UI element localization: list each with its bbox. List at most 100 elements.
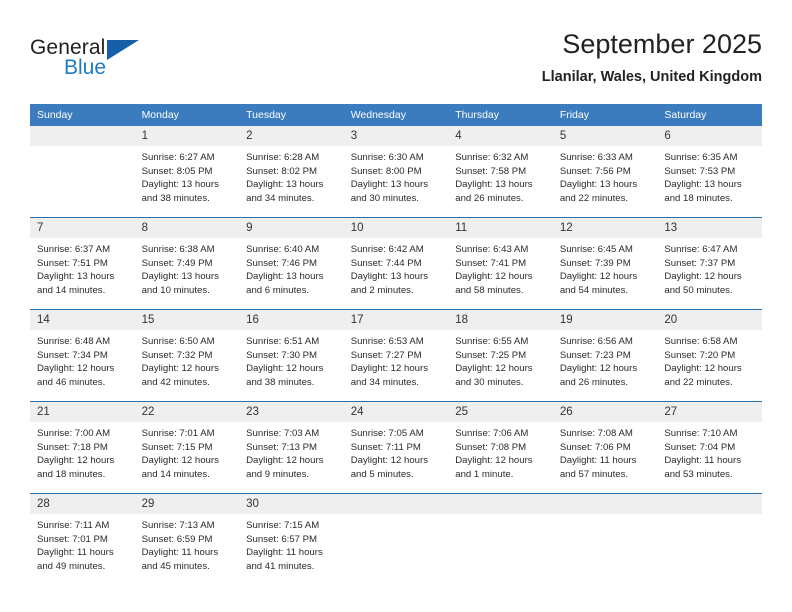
calendar-day-cell[interactable]: 3 Sunrise: 6:30 AM Sunset: 8:00 PM Daylight… <box>343 126 449 218</box>
calendar-week-row: 1 Sunrise: 6:27 AM Sunset: 8:05 PM Daylight… <box>30 126 762 218</box>
calendar-day-cell[interactable]: 5 Sunrise: 6:33 AM Sunset: 7:56 PM Daylight… <box>552 126 658 218</box>
calendar-day-cell[interactable]: 7 Sunrise: 6:37 AM Sunset: 7:51 PM Daylight… <box>30 217 135 310</box>
calendar-day-cell[interactable]: 14 Sunrise: 6:48 AM Sunset: 7:34 PM Dayligh… <box>30 309 135 402</box>
day-details: Sunrise: 6:51 AM Sunset: 7:30 PM Daylight:… <box>239 330 344 401</box>
calendar-day-cell[interactable]: 16 Sunrise: 6:51 AM Sunset: 7:30 PM Dayligh… <box>239 309 344 402</box>
calendar-day-cell[interactable]: 26 Sunrise: 7:08 AM Sunset: 7:06 PM Dayligh… <box>552 401 658 494</box>
title-block: September 2025 Llanilar, Wales, United K… <box>542 28 762 87</box>
calendar-day-cell[interactable]: 30 Sunrise: 7:15 AM Sunset: 6:57 PM Dayligh… <box>239 493 344 585</box>
day-details: Sunrise: 7:01 AM Sunset: 7:15 PM Daylight:… <box>135 422 240 493</box>
day-details: Sunrise: 6:30 AM Sunset: 8:00 PM Daylight:… <box>344 146 449 217</box>
day-details: Sunrise: 7:11 AM Sunset: 7:01 PM Daylight:… <box>30 514 135 585</box>
calendar-day-cell[interactable]: 13 Sunrise: 6:47 AM Sunset: 7:37 PM Dayligh… <box>657 217 762 310</box>
sunrise-text: Sunrise: 6:35 AM <box>664 152 738 163</box>
sunrise-text: Sunrise: 6:53 AM <box>350 336 424 347</box>
sunset-text: Sunset: 7:23 PM <box>559 349 631 361</box>
calendar-day-cell[interactable]: 19 Sunrise: 6:56 AM Sunset: 7:23 PM Dayligh… <box>552 309 658 402</box>
sunset-text: Sunset: 7:08 PM <box>455 441 527 453</box>
sunset-text: Sunset: 7:30 PM <box>246 349 318 361</box>
calendar-day-cell[interactable]: 23 Sunrise: 7:03 AM Sunset: 7:13 PM Dayligh… <box>239 401 344 494</box>
day-number: 14 <box>30 310 135 330</box>
sunset-text: Sunset: 7:56 PM <box>559 165 631 177</box>
calendar-day-cell[interactable]: 18 Sunrise: 6:55 AM Sunset: 7:25 PM Dayligh… <box>448 309 553 402</box>
day-number <box>30 126 135 146</box>
daylight-text-line1: Daylight: 12 hours <box>664 363 742 375</box>
day-details: Sunrise: 6:55 AM Sunset: 7:25 PM Daylight:… <box>448 330 553 401</box>
daylight-text-line2: and 9 minutes. <box>246 468 310 480</box>
day-details: Sunrise: 7:10 AM Sunset: 7:04 PM Daylight:… <box>657 422 762 493</box>
calendar-day-cell[interactable]: 8 Sunrise: 6:38 AM Sunset: 7:49 PM Daylight… <box>134 217 240 310</box>
day-number: 5 <box>552 126 658 146</box>
page-title: September 2025 <box>562 29 762 59</box>
calendar-day-cell[interactable]: 4 Sunrise: 6:32 AM Sunset: 7:58 PM Daylight… <box>448 126 553 218</box>
sunset-text: Sunset: 8:00 PM <box>350 165 422 177</box>
day-details: Sunrise: 6:40 AM Sunset: 7:46 PM Daylight:… <box>239 238 344 309</box>
day-number <box>448 494 553 514</box>
calendar-day-cell[interactable]: 20 Sunrise: 6:58 AM Sunset: 7:20 PM Dayligh… <box>657 309 762 402</box>
daylight-text-line1: Daylight: 11 hours <box>141 547 219 559</box>
sunset-text: Sunset: 7:11 PM <box>350 441 421 453</box>
calendar-day-cell[interactable]: 2 Sunrise: 6:28 AM Sunset: 8:02 PM Daylight… <box>239 126 344 218</box>
calendar-day-cell[interactable]: 12 Sunrise: 6:45 AM Sunset: 7:39 PM Dayligh… <box>552 217 658 310</box>
calendar-page: General Blue September 2025 Llanilar, Wa… <box>0 0 792 612</box>
daylight-text-line1: Daylight: 12 hours <box>455 271 533 283</box>
sunrise-text: Sunrise: 6:40 AM <box>246 244 320 255</box>
brand-name-blue: Blue <box>64 56 107 79</box>
daylight-text-line2: and 41 minutes. <box>246 560 315 572</box>
daylight-text-line1: Daylight: 12 hours <box>664 271 742 283</box>
daylight-text-line1: Daylight: 11 hours <box>664 455 741 467</box>
sunset-text: Sunset: 8:02 PM <box>246 165 318 177</box>
calendar-day-cell[interactable]: 9 Sunrise: 6:40 AM Sunset: 7:46 PM Daylight… <box>239 217 344 310</box>
calendar-table: Sunday Monday Tuesday Wednesday Thursday… <box>30 104 762 585</box>
calendar-day-cell[interactable]: 27 Sunrise: 7:10 AM Sunset: 7:04 PM Dayligh… <box>657 401 762 494</box>
daylight-text-line2: and 14 minutes. <box>37 284 106 296</box>
daylight-text-line2: and 53 minutes. <box>664 468 733 480</box>
calendar-day-cell[interactable]: 10 Sunrise: 6:42 AM Sunset: 7:44 PM Dayligh… <box>343 217 449 310</box>
day-number <box>552 494 658 514</box>
calendar-day-cell[interactable]: 22 Sunrise: 7:01 AM Sunset: 7:15 PM Dayligh… <box>134 401 240 494</box>
day-details: Sunrise: 7:08 AM Sunset: 7:06 PM Daylight:… <box>553 422 658 493</box>
calendar-day-cell[interactable]: 6 Sunrise: 6:35 AM Sunset: 7:53 PM Daylight… <box>657 126 762 218</box>
day-number: 10 <box>343 218 449 238</box>
day-details <box>448 514 553 585</box>
day-number: 2 <box>239 126 344 146</box>
daylight-text-line1: Daylight: 12 hours <box>246 455 324 467</box>
calendar-day-cell[interactable]: 21 Sunrise: 7:00 AM Sunset: 7:18 PM Dayligh… <box>30 401 135 494</box>
daylight-text-line1: Daylight: 12 hours <box>246 363 324 375</box>
calendar-day-cell[interactable]: 28 Sunrise: 7:11 AM Sunset: 7:01 PM Dayligh… <box>30 493 135 585</box>
day-details: Sunrise: 6:38 AM Sunset: 7:49 PM Daylight:… <box>135 238 240 309</box>
calendar-day-cell[interactable]: 15 Sunrise: 6:50 AM Sunset: 7:32 PM Dayligh… <box>134 309 240 402</box>
sunrise-text: Sunrise: 6:38 AM <box>141 244 215 255</box>
day-number: 22 <box>134 402 240 422</box>
day-details: Sunrise: 7:15 AM Sunset: 6:57 PM Daylight:… <box>239 514 344 585</box>
calendar-day-cell[interactable]: 11 Sunrise: 6:43 AM Sunset: 7:41 PM Dayligh… <box>448 217 553 310</box>
daylight-text-line2: and 1 minute. <box>455 468 514 480</box>
calendar-week-row: 21 Sunrise: 7:00 AM Sunset: 7:18 PM Dayligh… <box>30 401 762 494</box>
calendar-day-cell[interactable]: 29 Sunrise: 7:13 AM Sunset: 6:59 PM Dayligh… <box>134 493 240 585</box>
calendar-day-cell[interactable]: 25 Sunrise: 7:06 AM Sunset: 7:08 PM Dayligh… <box>448 401 553 494</box>
day-number: 11 <box>448 218 553 238</box>
daylight-text-line2: and 38 minutes. <box>141 192 210 204</box>
sunset-text: Sunset: 7:32 PM <box>141 349 213 361</box>
calendar-day-cell[interactable]: 1 Sunrise: 6:27 AM Sunset: 8:05 PM Daylight… <box>134 126 240 218</box>
daylight-text-line1: Daylight: 12 hours <box>559 271 638 283</box>
calendar-day-cell[interactable]: 24 Sunrise: 7:05 AM Sunset: 7:11 PM Dayligh… <box>343 401 449 494</box>
calendar-day-cell-empty <box>30 126 135 218</box>
daylight-text-line1: Daylight: 13 hours <box>141 271 219 283</box>
brand-logo[interactable]: General Blue <box>30 28 270 88</box>
day-details: Sunrise: 6:58 AM Sunset: 7:20 PM Daylight:… <box>657 330 762 401</box>
daylight-text-line1: Daylight: 13 hours <box>559 179 638 191</box>
sunrise-text: Sunrise: 6:37 AM <box>37 244 111 255</box>
weekday-header-sunday: Sunday <box>30 104 135 126</box>
sunset-text: Sunset: 6:57 PM <box>246 533 318 545</box>
daylight-text-line1: Daylight: 13 hours <box>246 179 324 191</box>
sunset-text: Sunset: 7:25 PM <box>455 349 527 361</box>
calendar-day-cell[interactable]: 17 Sunrise: 6:53 AM Sunset: 7:27 PM Dayligh… <box>343 309 449 402</box>
sunrise-text: Sunrise: 6:47 AM <box>664 244 738 255</box>
sunrise-text: Sunrise: 6:56 AM <box>559 336 633 347</box>
flag-triangle-icon <box>107 40 139 60</box>
day-details: Sunrise: 7:06 AM Sunset: 7:08 PM Daylight:… <box>448 422 553 493</box>
sunrise-text: Sunrise: 7:03 AM <box>246 428 320 439</box>
day-details: Sunrise: 6:32 AM Sunset: 7:58 PM Daylight:… <box>448 146 553 217</box>
day-number: 24 <box>343 402 449 422</box>
